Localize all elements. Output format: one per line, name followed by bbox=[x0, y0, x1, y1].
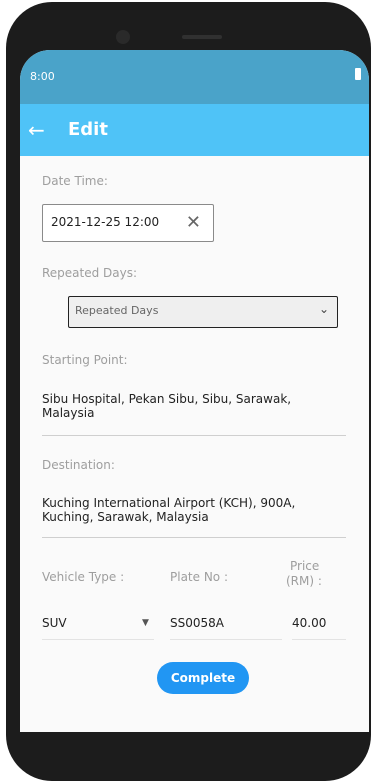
battery-icon bbox=[355, 68, 361, 80]
dropdown-caret-icon[interactable]: ▼ bbox=[142, 618, 149, 628]
close-icon[interactable]: ✕ bbox=[186, 212, 201, 233]
camera-icon bbox=[116, 30, 130, 44]
starting-point-label: Starting Point: bbox=[42, 353, 128, 367]
phone-device: 8:00 ← Edit Date Time: 2021-12-25 12:00 … bbox=[6, 2, 371, 781]
destination-value[interactable]: Kuching International Airport (KCH), 900… bbox=[42, 496, 332, 524]
starting-point-value[interactable]: Sibu Hospital, Pekan Sibu, Sibu, Sarawak… bbox=[42, 392, 312, 420]
repeated-days-placeholder: Repeated Days bbox=[75, 304, 159, 317]
date-time-value: 2021-12-25 12:00 bbox=[51, 215, 160, 229]
edit-form: Date Time: 2021-12-25 12:00 ✕ Repeated D… bbox=[20, 156, 369, 732]
arrow-left-icon[interactable]: ← bbox=[28, 118, 52, 142]
price-label-line2: (RM) : bbox=[286, 574, 322, 588]
date-time-label: Date Time: bbox=[42, 174, 108, 188]
status-time: 8:00 bbox=[30, 70, 55, 83]
repeated-days-dropdown[interactable]: Repeated Days ⌄ bbox=[68, 296, 338, 328]
plate-no-label: Plate No : bbox=[170, 570, 229, 584]
price-label-line1: Price bbox=[290, 559, 320, 573]
repeated-days-label: Repeated Days: bbox=[42, 266, 138, 280]
vehicle-type-underline bbox=[42, 639, 154, 640]
phone-screen: 8:00 ← Edit Date Time: 2021-12-25 12:00 … bbox=[20, 50, 369, 732]
vehicle-type-label: Vehicle Type : bbox=[42, 570, 125, 584]
chevron-down-icon: ⌄ bbox=[318, 302, 329, 316]
plate-no-input[interactable]: SS0058A bbox=[170, 616, 224, 630]
destination-label: Destination: bbox=[42, 458, 115, 472]
price-input[interactable]: 40.00 bbox=[292, 616, 326, 630]
complete-button[interactable]: Complete bbox=[157, 662, 249, 694]
plate-no-underline bbox=[170, 639, 282, 640]
app-bar: ← Edit bbox=[20, 104, 369, 156]
page-title: Edit bbox=[68, 119, 108, 140]
speaker-grille bbox=[182, 35, 222, 39]
status-bar: 8:00 bbox=[20, 50, 369, 104]
starting-point-underline bbox=[42, 435, 346, 436]
vehicle-type-select[interactable]: SUV bbox=[42, 616, 67, 630]
date-time-field[interactable]: 2021-12-25 12:00 ✕ bbox=[42, 204, 214, 242]
price-underline bbox=[292, 639, 346, 640]
destination-underline bbox=[42, 537, 346, 538]
